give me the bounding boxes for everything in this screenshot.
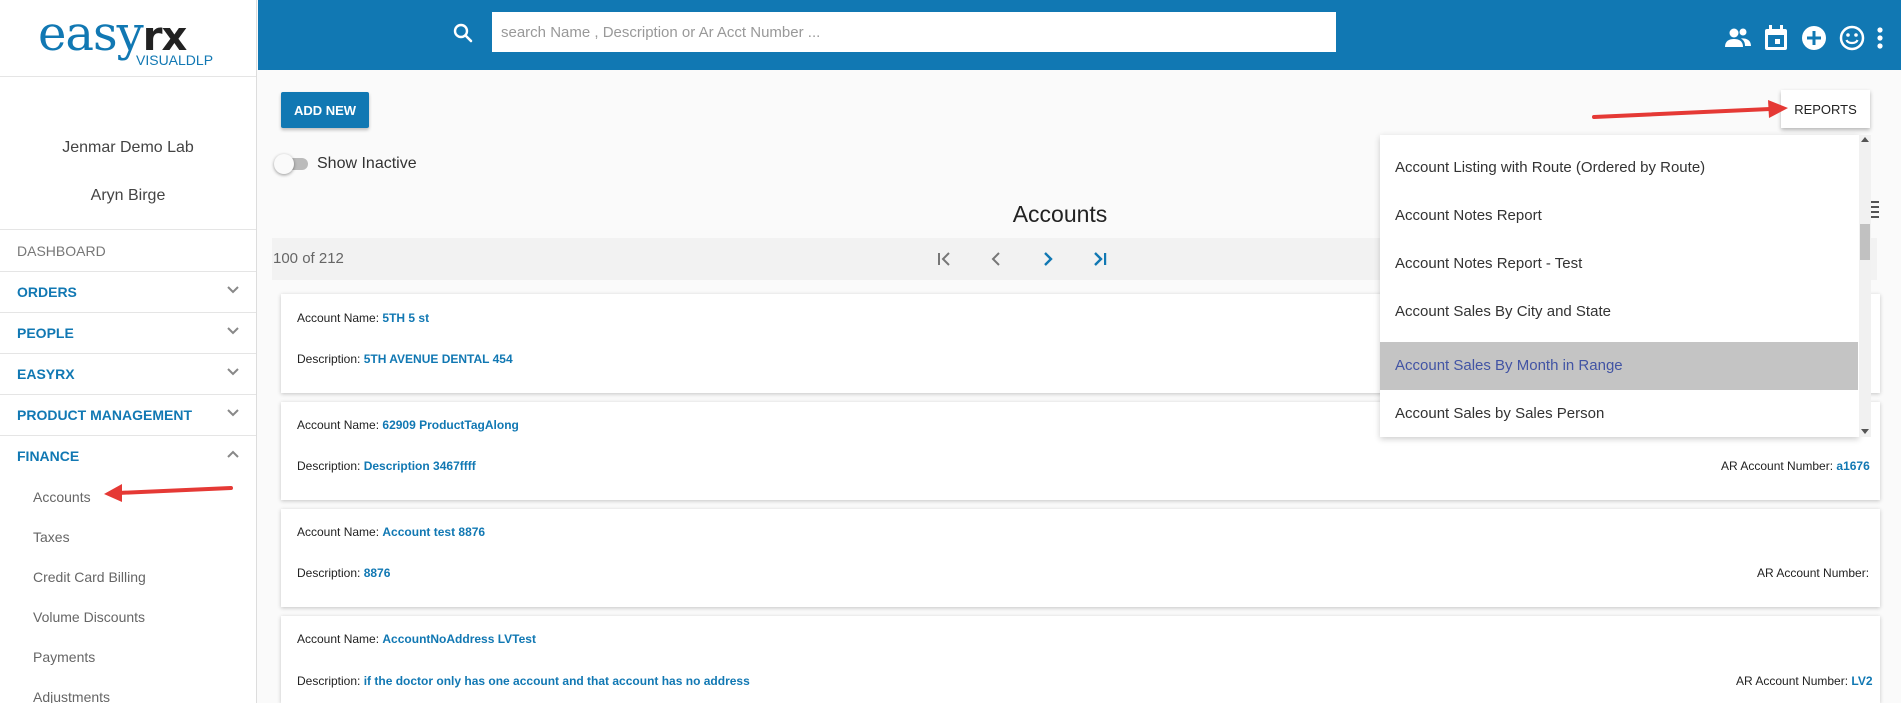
account-name-row: Account Name: 5TH 5 st [297, 311, 429, 325]
sidebar-subitem-payments[interactable]: Payments [0, 637, 256, 677]
page-title: Accounts [1012, 201, 1108, 227]
description-value: 5TH AVENUE DENTAL 454 [363, 352, 513, 366]
account-card[interactable]: Account Name: Account test 8876 Descript… [281, 509, 1880, 607]
user-info: Jenmar Demo Lab Aryn Birge [0, 77, 256, 230]
field-label: Account Name: [297, 525, 380, 539]
account-name-row: Account Name: 62909 ProductTagAlong [297, 418, 519, 432]
field-label: Account Name: [297, 311, 380, 325]
account-name-value: 62909 ProductTagAlong [382, 418, 519, 432]
description-value: if the doctor only has one account and t… [363, 674, 750, 688]
chevron-down-icon [227, 368, 239, 376]
annotation-arrow-icon [104, 484, 233, 502]
calendar-icon[interactable] [1762, 24, 1790, 52]
field-label: AR Account Number: [1757, 566, 1870, 580]
field-label: Account Name: [297, 632, 380, 646]
logo-easy: easy [38, 6, 144, 62]
sidebar-subitem-taxes[interactable]: Taxes [0, 517, 256, 557]
add-circle-icon[interactable] [1800, 24, 1828, 52]
field-label: Description: [297, 566, 361, 580]
ar-account-row: AR Account Number: LV2 [1736, 674, 1873, 688]
add-new-button[interactable]: ADD NEW [281, 92, 369, 128]
smiley-icon[interactable] [1838, 24, 1866, 52]
reports-menu: Account Listing with Route (Ordered by R… [1380, 135, 1859, 437]
chevron-down-icon [227, 409, 239, 417]
description-row: Description: Description 3467ffff [297, 459, 476, 473]
sidebar-item-label: EASYRX [17, 366, 75, 382]
grip-icon [1871, 201, 1879, 218]
account-name-row: Account Name: Account test 8876 [297, 525, 485, 539]
account-name-value: AccountNoAddress LVTest [382, 632, 536, 646]
reports-menu-item-highlighted[interactable]: Account Sales By Month in Range [1380, 342, 1858, 390]
reports-menu-item[interactable]: Account Listing with Route (Ordered by R… [1380, 144, 1858, 192]
sidebar-item-product-management[interactable]: PRODUCT MANAGEMENT [0, 395, 256, 436]
field-label: Description: [297, 459, 361, 473]
annotation-arrow-icon [1592, 100, 1788, 119]
logo-subtitle: VISUALDLP [136, 52, 214, 68]
sidebar-item-easyrx[interactable]: EASYRX [0, 354, 256, 395]
scrollbar-thumb[interactable] [1860, 224, 1870, 260]
first-page-icon[interactable] [933, 248, 955, 270]
reports-menu-item[interactable]: Account Sales By City and State [1380, 288, 1858, 336]
reports-menu-item[interactable]: Account Notes Report - Test [1380, 240, 1858, 288]
account-name-row: Account Name: AccountNoAddress LVTest [297, 632, 536, 646]
scroll-up-icon[interactable] [1861, 137, 1869, 142]
ar-account-value: LV2 [1851, 674, 1873, 688]
description-row: Description: if the doctor only has one … [297, 674, 750, 688]
search-input[interactable] [492, 12, 1336, 52]
scroll-down-icon[interactable] [1861, 429, 1869, 434]
user-name: Aryn Birge [90, 187, 166, 204]
description-value: Description 3467ffff [363, 459, 476, 473]
sidebar-item-label: PRODUCT MANAGEMENT [17, 407, 192, 423]
reports-menu-item[interactable]: Account Notes Report [1380, 192, 1858, 240]
chevron-down-icon [227, 286, 239, 294]
field-label: AR Account Number: [1736, 674, 1849, 688]
field-label: Description: [297, 674, 361, 688]
reports-menu-scrollbar[interactable] [1859, 135, 1871, 437]
ar-account-value: a1676 [1836, 459, 1870, 473]
show-inactive-toggle[interactable] [274, 154, 308, 174]
reports-button[interactable]: REPORTS [1781, 90, 1870, 128]
description-row: Description: 5TH AVENUE DENTAL 454 [297, 352, 513, 366]
sidebar-item-label: FINANCE [17, 448, 80, 464]
last-page-icon[interactable] [1089, 248, 1111, 270]
sidebar-item-orders[interactable]: ORDERS [0, 272, 256, 313]
show-inactive-label: Show Inactive [317, 155, 417, 172]
sidebar-item-dashboard[interactable]: DASHBOARD [0, 230, 256, 272]
account-name-value: 5TH 5 st [382, 311, 430, 325]
sidebar-subitem-adjustments[interactable]: Adjustments [0, 677, 256, 703]
description-row: Description: 8876 [297, 566, 390, 580]
toggle-knob [274, 154, 294, 174]
top-bar [258, 0, 1901, 70]
field-label: Account Name: [297, 418, 380, 432]
ar-account-row: AR Account Number: [1757, 566, 1869, 580]
sidebar: easyrx VISUALDLP Jenmar Demo Lab Aryn Bi… [0, 0, 257, 703]
chevron-down-icon [227, 327, 239, 335]
field-label: AR Account Number: [1721, 459, 1834, 473]
next-page-icon[interactable] [1037, 248, 1059, 270]
reports-menu-item[interactable]: Account Sales by Sales Person [1380, 390, 1858, 437]
lab-name: Jenmar Demo Lab [62, 139, 194, 156]
previous-page-icon[interactable] [985, 248, 1007, 270]
sidebar-item-finance[interactable]: FINANCE [0, 436, 256, 477]
record-count: 100 of 212 [273, 250, 344, 267]
people-icon[interactable] [1724, 24, 1752, 52]
search-icon[interactable] [452, 22, 474, 44]
sidebar-subitem-credit-card-billing[interactable]: Credit Card Billing [0, 557, 256, 597]
sidebar-item-people[interactable]: PEOPLE [0, 313, 256, 354]
sidebar-item-label: PEOPLE [17, 325, 74, 341]
account-name-value: Account test 8876 [382, 525, 486, 539]
description-value: 8876 [363, 566, 391, 580]
sidebar-item-label: ORDERS [17, 284, 77, 300]
chevron-up-icon [227, 450, 239, 458]
logo[interactable]: easyrx VISUALDLP [0, 0, 256, 77]
field-label: Description: [297, 352, 361, 366]
account-card[interactable]: Account Name: AccountNoAddress LVTest De… [281, 616, 1880, 703]
ar-account-row: AR Account Number: a1676 [1721, 459, 1870, 473]
more-vertical-icon[interactable] [1874, 24, 1886, 52]
sidebar-subitem-volume-discounts[interactable]: Volume Discounts [0, 597, 256, 637]
